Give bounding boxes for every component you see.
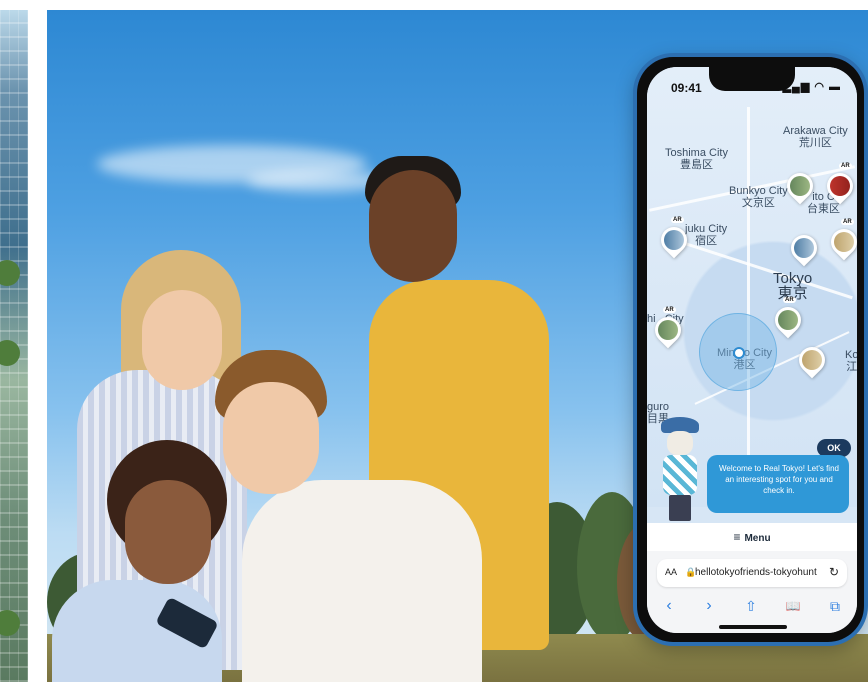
spot-pin[interactable]: [825, 223, 857, 261]
share-icon[interactable]: ⇧: [739, 595, 763, 617]
hamburger-icon: ≡: [733, 530, 741, 544]
browser-nav-row: ‹ › ⇧ 📖 ⧉: [647, 595, 857, 617]
url-text[interactable]: hellotokyofriends-tokyohunt: [695, 567, 825, 578]
boy-sweater: [242, 480, 482, 682]
left-photo-building: [0, 10, 28, 682]
ar-badge: AR: [841, 219, 854, 225]
district-ko: Ko 江: [845, 349, 857, 373]
spot-pin[interactable]: [769, 301, 807, 339]
home-indicator: [719, 625, 787, 629]
boy-face: [223, 382, 319, 494]
welcome-message-bubble: Welcome to Real Tokyo! Let's find an int…: [707, 455, 849, 513]
ar-badge: AR: [783, 297, 796, 303]
man-face: [369, 170, 457, 282]
bookmarks-icon[interactable]: 📖: [781, 595, 805, 617]
district-arakawa: Arakawa City 荒川区: [783, 125, 848, 149]
ar-badge: AR: [671, 217, 684, 223]
tabs-icon[interactable]: ⧉: [823, 595, 847, 617]
phone-notch: [709, 67, 795, 91]
spot-pin[interactable]: [793, 341, 831, 379]
phone-mockup: 09:41 ▂▄▆ ◠ ▬ Toshima City 豊島区 Arakawa C…: [633, 53, 868, 646]
ar-badge: AR: [839, 163, 852, 169]
phone-screen: 09:41 ▂▄▆ ◠ ▬ Toshima City 豊島区 Arakawa C…: [647, 67, 857, 633]
district-bunkyo: Bunkyo City 文京区: [729, 185, 788, 209]
menu-label: Menu: [744, 533, 771, 544]
forward-icon[interactable]: ›: [697, 595, 721, 617]
reader-aa-button[interactable]: AA: [665, 567, 677, 577]
district-shinjuku: juku City 宿区: [685, 223, 728, 247]
reload-icon[interactable]: ↻: [829, 565, 839, 579]
phone-bezel: 09:41 ▂▄▆ ◠ ▬ Toshima City 豊島区 Arakawa C…: [637, 57, 864, 642]
ar-badge: AR: [663, 307, 676, 313]
browser-toolbar: AA 🔒 hellotokyofriends-tokyohunt ↻ ‹ › ⇧…: [647, 551, 857, 633]
woman-face: [142, 290, 222, 390]
current-location-dot: [733, 347, 745, 359]
address-bar[interactable]: AA 🔒 hellotokyofriends-tokyohunt ↻: [657, 559, 847, 587]
back-icon[interactable]: ‹: [657, 595, 681, 617]
status-time: 09:41: [671, 81, 702, 95]
girl-face: [125, 480, 211, 584]
mascot-character: [655, 417, 705, 522]
district-toshima: Toshima City 豊島区: [665, 147, 728, 171]
spot-pin[interactable]: [785, 229, 823, 267]
menu-button[interactable]: ≡ Menu: [647, 523, 857, 551]
